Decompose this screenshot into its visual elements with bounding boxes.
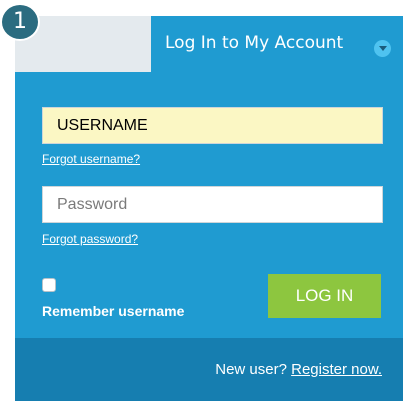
- chevron-down-icon[interactable]: [374, 40, 391, 57]
- footer-text: New user? Register now.: [215, 361, 382, 379]
- register-now-link[interactable]: Register now.: [291, 361, 382, 378]
- footer-bar: New user? Register now.: [15, 338, 403, 401]
- login-button[interactable]: LOG IN: [268, 274, 381, 318]
- forgot-username-link[interactable]: Forgot username?: [42, 152, 140, 166]
- remember-username-label: Remember username: [42, 303, 185, 319]
- login-widget: Log In to My Account Forgot username? Fo…: [15, 16, 403, 401]
- remember-username-checkbox[interactable]: [42, 278, 56, 292]
- username-input[interactable]: [42, 107, 383, 144]
- login-header-title: Log In to My Account: [165, 33, 344, 53]
- password-input[interactable]: [42, 186, 383, 223]
- forgot-password-link[interactable]: Forgot password?: [42, 232, 138, 246]
- new-user-prompt: New user?: [215, 361, 292, 378]
- step-number-badge: 1: [0, 3, 40, 41]
